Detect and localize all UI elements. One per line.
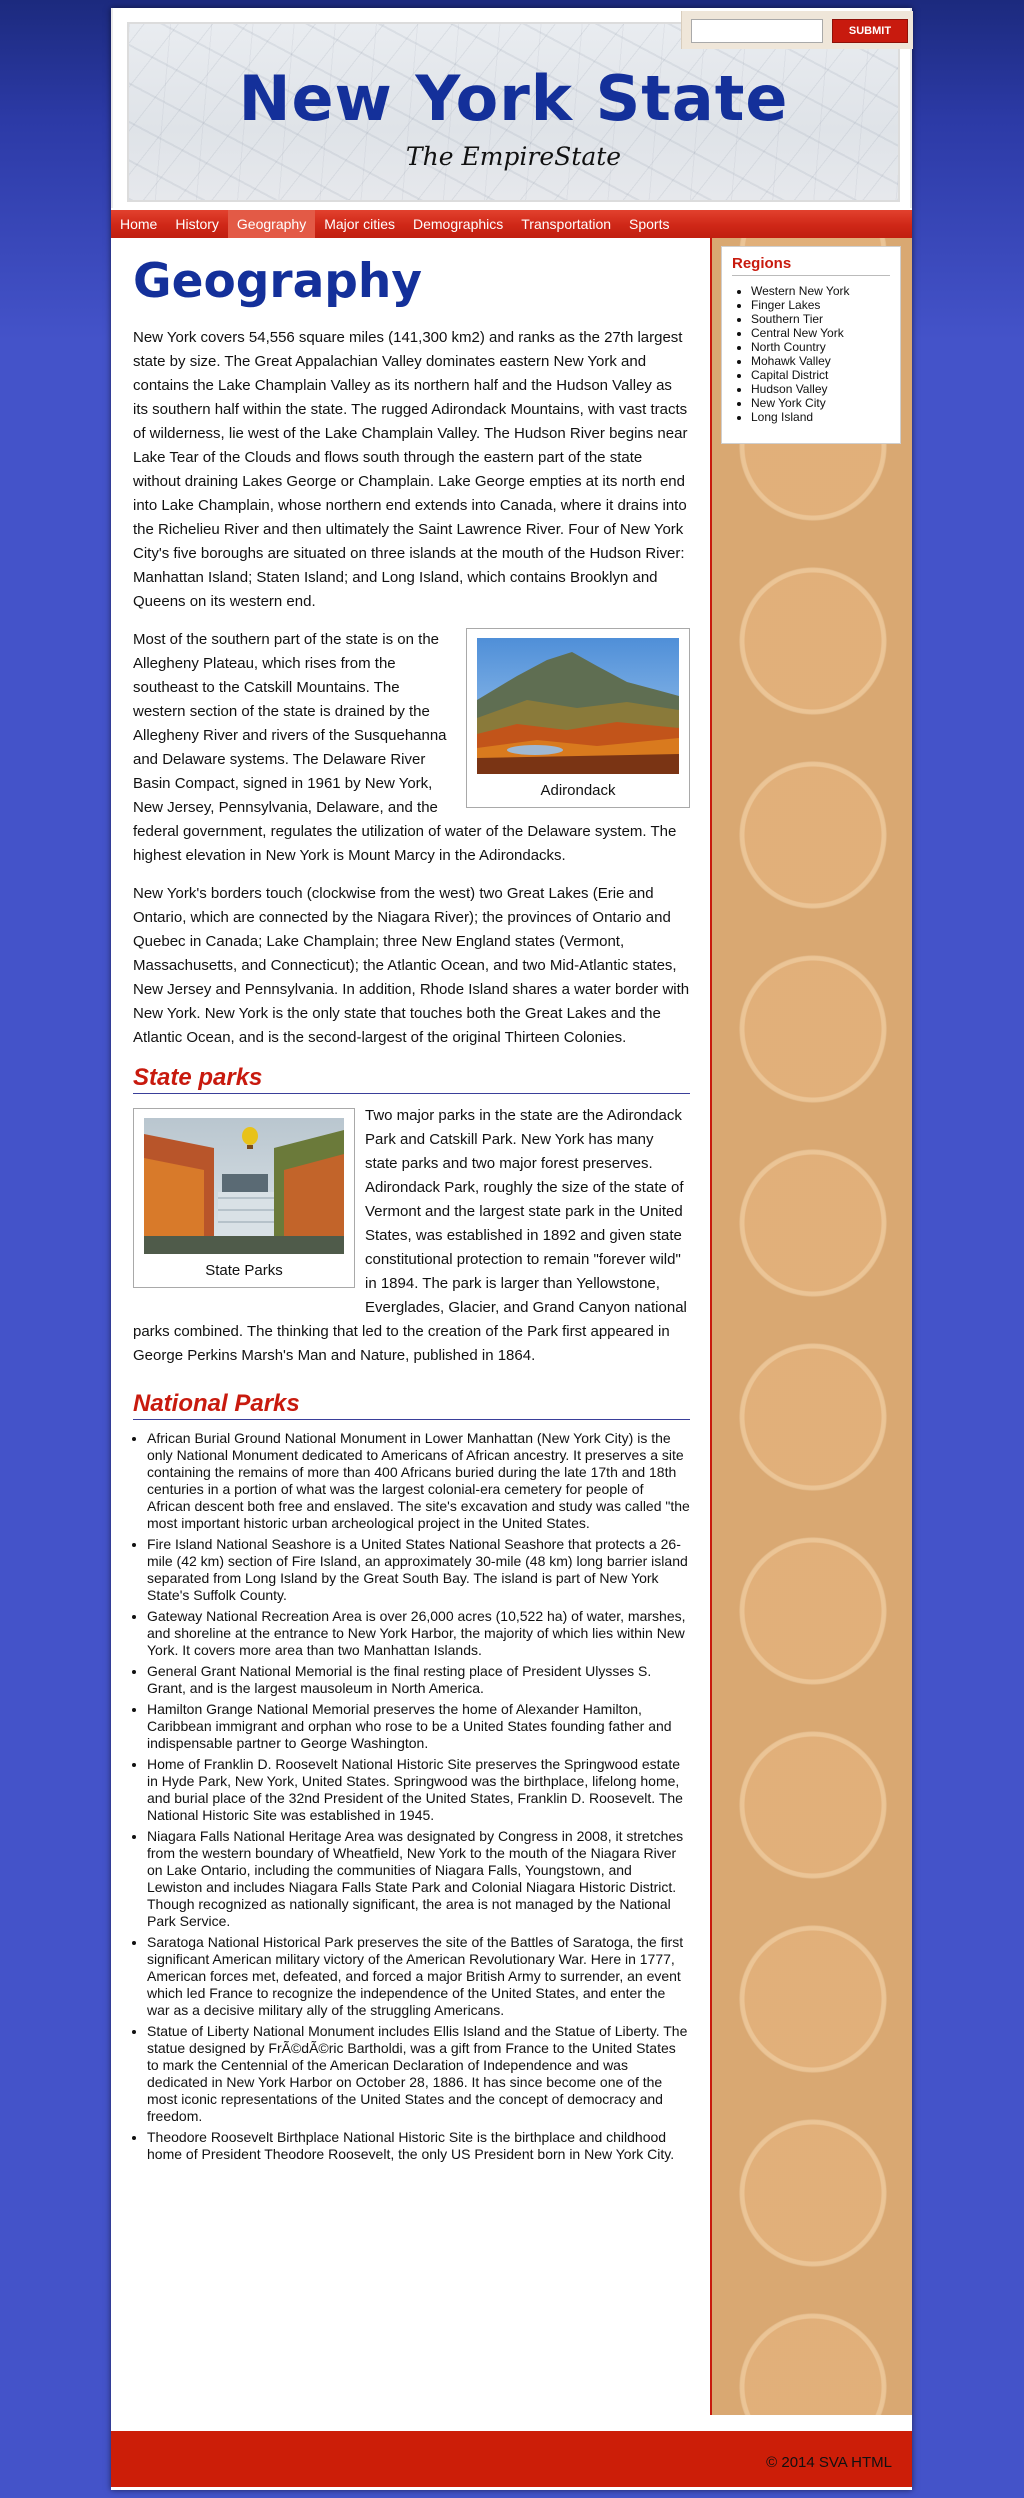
region-item: Long Island (751, 410, 890, 424)
nav-item-geography[interactable]: Geography (227, 210, 316, 238)
list-item: Theodore Roosevelt Birthplace National H… (147, 2129, 690, 2163)
regions-title: Regions (732, 255, 890, 276)
state-parks-figure: State Parks (133, 1108, 355, 1288)
nav-item-home[interactable]: Home (111, 210, 166, 238)
list-item: Home of Franklin D. Roosevelt National H… (147, 1756, 690, 1824)
site-header: New York State The EmpireState SUBMIT (111, 8, 913, 208)
region-item: Finger Lakes (751, 298, 890, 312)
list-item: Hamilton Grange National Memorial preser… (147, 1701, 690, 1752)
sidebar: Regions Western New York Finger Lakes So… (710, 238, 912, 2415)
list-item: Saratoga National Historical Park preser… (147, 1934, 690, 2019)
nav-item-transportation[interactable]: Transportation (512, 210, 620, 238)
nav-item-demographics[interactable]: Demographics (404, 210, 512, 238)
geography-paragraph-3: New York's borders touch (clockwise from… (133, 885, 690, 1046)
site-title: New York State (238, 62, 789, 135)
site-footer: © 2014 SVA HTML (111, 2431, 912, 2487)
state-parks-heading: State parks (133, 1064, 690, 1094)
region-item: North Country (751, 340, 890, 354)
region-item: Southern Tier (751, 312, 890, 326)
region-item: Western New York (751, 284, 890, 298)
search-input[interactable] (691, 19, 823, 43)
list-item: Fire Island National Seashore is a Unite… (147, 1536, 690, 1604)
region-item: New York City (751, 396, 890, 410)
regions-box: Regions Western New York Finger Lakes So… (721, 246, 901, 444)
nav-item-sports[interactable]: Sports (620, 210, 678, 238)
region-item: Hudson Valley (751, 382, 890, 396)
state-parks-image (144, 1118, 344, 1254)
footer-copyright: © 2014 SVA HTML (766, 2454, 892, 2471)
search-submit-button[interactable]: SUBMIT (832, 19, 908, 43)
nav-item-history[interactable]: History (166, 210, 228, 238)
list-item: Statue of Liberty National Monument incl… (147, 2023, 690, 2125)
national-parks-list: African Burial Ground National Monument … (133, 1430, 690, 2163)
list-item: African Burial Ground National Monument … (147, 1430, 690, 1532)
nav-item-major-cities[interactable]: Major cities (315, 210, 404, 238)
state-parks-caption: State Parks (205, 1262, 283, 1279)
region-item: Capital District (751, 368, 890, 382)
region-item: Central New York (751, 326, 890, 340)
search-form: SUBMIT (681, 11, 913, 49)
region-item: Mohawk Valley (751, 354, 890, 368)
site-tagline: The EmpireState (405, 142, 622, 171)
page-title: Geography (133, 254, 423, 309)
adirondack-figure: Adirondack (466, 628, 690, 808)
main-content: Geography New York covers 54,556 square … (111, 238, 710, 2415)
adirondack-caption: Adirondack (540, 782, 616, 799)
list-item: Gateway National Recreation Area is over… (147, 1608, 690, 1659)
list-item: Niagara Falls National Heritage Area was… (147, 1828, 690, 1930)
main-nav: Home History Geography Major cities Demo… (111, 210, 912, 238)
national-parks-heading: National Parks (133, 1390, 690, 1420)
regions-list: Western New York Finger Lakes Southern T… (732, 284, 890, 424)
list-item: General Grant National Memorial is the f… (147, 1663, 690, 1697)
geography-paragraph-1: New York covers 54,556 square miles (141… (133, 329, 688, 610)
adirondack-image (477, 638, 679, 774)
page-container: New York State The EmpireState SUBMIT Ho… (111, 8, 913, 2490)
